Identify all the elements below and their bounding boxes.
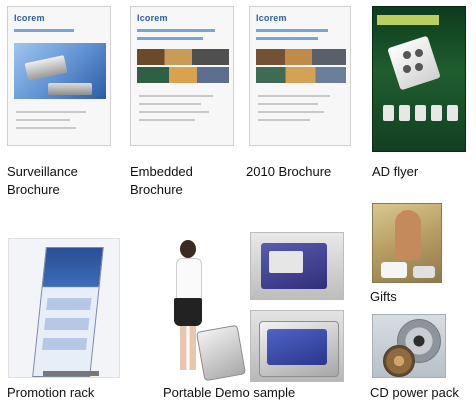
brochure-2010-caption: 2010 Brochure xyxy=(246,164,332,179)
portable-demo-person-image xyxy=(138,232,246,382)
rack-base xyxy=(43,371,99,376)
demo-inner-unit xyxy=(267,329,327,365)
cover-text-line xyxy=(16,119,70,121)
cover-accent-bar xyxy=(14,29,74,32)
gifts-image xyxy=(372,203,442,283)
button-dot xyxy=(415,63,423,71)
cell-icon xyxy=(431,105,442,121)
cover-text-line xyxy=(258,111,324,113)
cover-text-line xyxy=(139,119,195,121)
rack-banner xyxy=(32,247,104,377)
surveillance-brochure-cover: Icorem xyxy=(7,6,111,146)
portable-demo-case-photo xyxy=(250,310,344,382)
ad-flyer-image xyxy=(372,6,466,152)
photo-strip xyxy=(137,67,229,83)
flyer-banner xyxy=(377,15,439,25)
brochure-2010-card: Icorem 2010 Brochure xyxy=(240,0,360,210)
embedded-caption-line1: Embedded xyxy=(130,164,193,179)
rack-panel xyxy=(44,318,90,330)
cell-icon xyxy=(447,105,458,121)
cover-accent-bar xyxy=(256,29,328,32)
photo-strip xyxy=(137,49,229,65)
cell-icon xyxy=(415,105,426,121)
promotion-rack-image xyxy=(8,238,120,378)
device-icon xyxy=(48,83,92,95)
cell-icon xyxy=(383,105,394,121)
button-dot xyxy=(403,51,411,59)
promotion-rack-card: Promotion rack xyxy=(0,232,130,403)
surveillance-brochure-card: Icorem Surveillance Brochure xyxy=(0,0,120,210)
cover-text-line xyxy=(258,103,318,105)
rack-panel xyxy=(42,338,88,350)
brochure-logo: Icorem xyxy=(14,13,45,23)
photo-strip xyxy=(256,49,346,65)
demo-case xyxy=(195,324,246,382)
brochure-2010-cover: Icorem xyxy=(249,6,351,146)
portable-demo-card: Portable Demo sample xyxy=(130,232,360,403)
embedded-caption-line2: Brochure xyxy=(130,182,183,197)
cd-power-pack-image xyxy=(372,314,446,378)
promotion-rack-caption: Promotion rack xyxy=(7,385,95,400)
cover-text-line xyxy=(16,111,86,113)
button-dot xyxy=(415,49,423,57)
embedded-brochure-cover: Icorem xyxy=(130,6,234,146)
person-figure xyxy=(395,210,421,260)
person-legs xyxy=(180,326,196,370)
cell-icon xyxy=(399,105,410,121)
portable-demo-caption: Portable Demo sample xyxy=(163,385,296,400)
cover-text-line xyxy=(139,103,201,105)
surveillance-caption-line1: Surveillance xyxy=(7,164,78,179)
gift-box xyxy=(413,266,435,278)
brochure-logo: Icorem xyxy=(137,13,168,23)
embedded-brochure-card: Icorem Embedded Brochure xyxy=(120,0,240,210)
cover-text-line xyxy=(16,127,76,129)
gifts-caption: Gifts xyxy=(370,289,397,304)
person-head xyxy=(180,240,196,258)
ad-flyer-card: AD flyer xyxy=(360,0,476,210)
cover-text-line xyxy=(139,95,213,97)
ad-flyer-caption: AD flyer xyxy=(372,164,419,179)
portable-demo-unit-photo xyxy=(250,232,344,300)
surveillance-caption-line2: Brochure xyxy=(7,182,60,197)
device-icon xyxy=(387,35,441,91)
cover-text-line xyxy=(139,111,209,113)
cover-accent-bar xyxy=(137,29,215,32)
demo-screen xyxy=(269,251,303,273)
power-disc xyxy=(383,345,415,377)
rack-panel xyxy=(46,298,92,310)
brochure-logo: Icorem xyxy=(256,13,287,23)
cover-accent-bar xyxy=(137,37,203,40)
button-dot xyxy=(403,65,411,73)
gift-box xyxy=(381,262,407,278)
cover-accent-bar xyxy=(256,37,318,40)
cd-power-pack-card: CD power pack xyxy=(360,310,476,403)
cover-text-line xyxy=(258,119,310,121)
person-skirt xyxy=(174,298,202,326)
photo-strip xyxy=(256,67,346,83)
person-body xyxy=(176,258,202,302)
cd-power-pack-caption: CD power pack xyxy=(370,385,459,400)
gifts-card: Gifts xyxy=(360,200,476,310)
cover-text-line xyxy=(258,95,330,97)
